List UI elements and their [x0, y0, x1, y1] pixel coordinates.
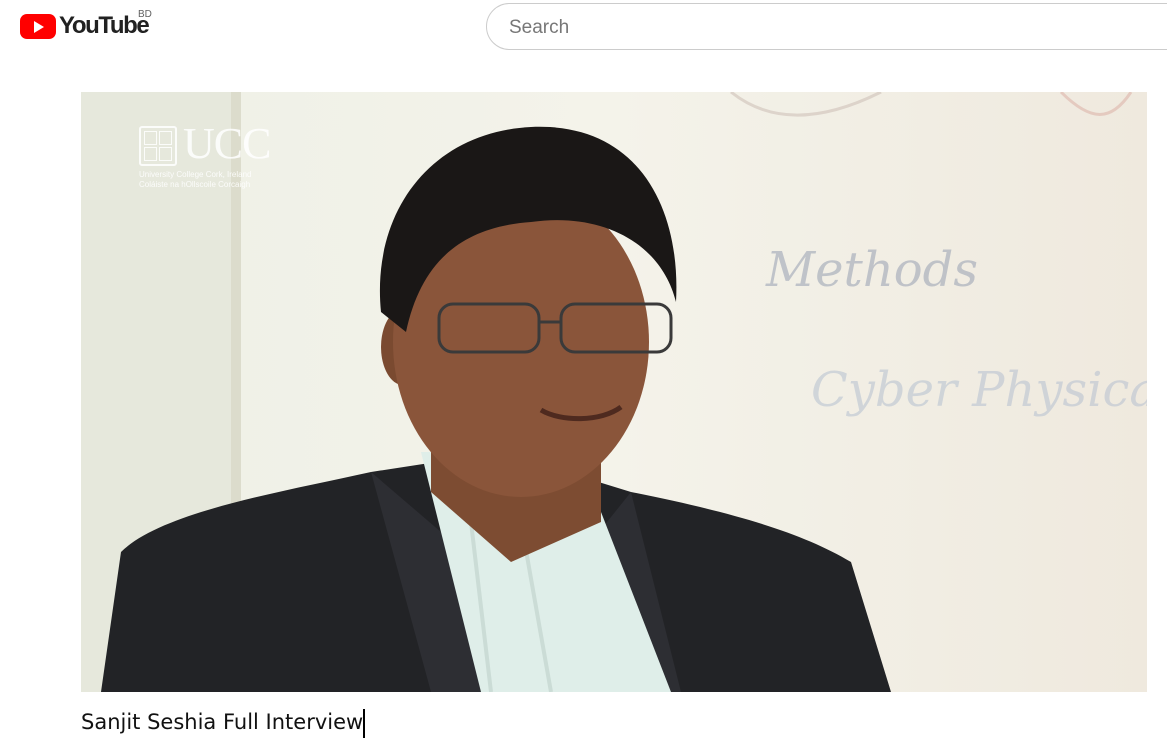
ucc-subtitle: University College Cork, Ireland Coláist… — [139, 170, 252, 189]
text-cursor — [363, 709, 365, 738]
crest-icon — [139, 126, 177, 166]
whiteboard-text-cps: Cyber Physical Systems — [811, 362, 1147, 418]
video-title: Sanjit Seshia Full Interview — [81, 710, 364, 734]
logo-wordmark: YouTube — [59, 12, 150, 39]
whiteboard-text-methods: Methods — [766, 242, 979, 298]
video-player[interactable]: Methods Cyber Physical Systems UCC Unive… — [81, 92, 1147, 692]
youtube-logo[interactable]: YouTube — [20, 12, 150, 40]
search-input[interactable] — [507, 16, 1151, 40]
search-box[interactable] — [486, 3, 1167, 50]
country-code: BD — [138, 9, 152, 20]
ucc-title: UCC — [183, 119, 271, 168]
play-icon — [20, 13, 56, 39]
